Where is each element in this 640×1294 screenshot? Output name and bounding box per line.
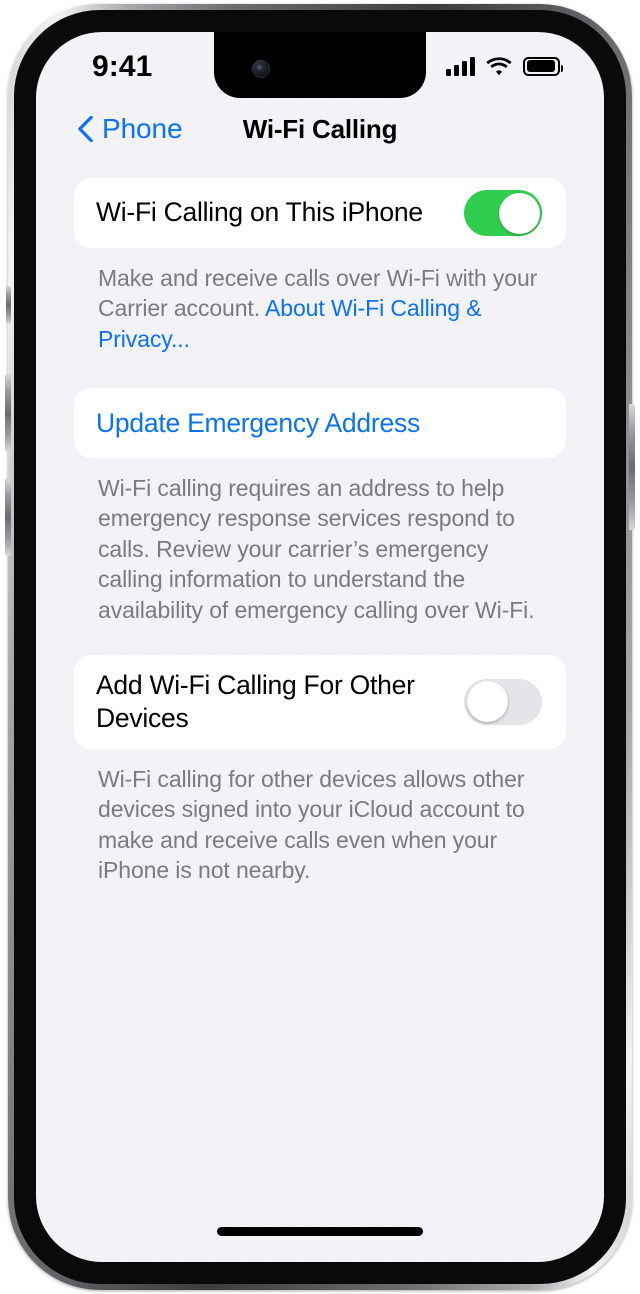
add-other-devices-label: Add Wi-Fi Calling For Other Devices [96, 669, 415, 733]
status-bar-time: 9:41 [92, 50, 153, 83]
other-devices-footnote: Wi-Fi calling for other devices allows o… [98, 765, 525, 883]
iphone-screen: 9:41 Phone Wi-Fi Calling Wi-Fi Calling o… [36, 32, 604, 1262]
cellular-bars-icon [446, 56, 475, 76]
update-emergency-address-row[interactable]: Update Emergency Address [74, 388, 566, 458]
chevron-left-icon [78, 116, 93, 142]
back-button[interactable]: Phone [78, 113, 183, 145]
home-indicator[interactable] [217, 1227, 423, 1236]
emergency-address-card: Update Emergency Address [74, 388, 566, 459]
toggle-knob [498, 192, 540, 234]
front-camera-icon [252, 60, 270, 78]
mute-switch-button[interactable] [6, 286, 11, 324]
status-bar-indicators [446, 56, 563, 76]
wifi-calling-toggle[interactable] [464, 190, 542, 236]
display-notch [214, 32, 426, 98]
side-power-button[interactable] [629, 404, 635, 530]
other-devices-toggle-card: Add Wi-Fi Calling For Other Devices [74, 654, 566, 749]
back-button-label: Phone [102, 113, 183, 144]
toggle-knob [466, 681, 508, 723]
iphone-device-frame: 9:41 Phone Wi-Fi Calling Wi-Fi Calling o… [5, 4, 635, 1290]
update-emergency-address-label: Update Emergency Address [96, 407, 420, 438]
battery-icon [523, 56, 563, 76]
wifi-calling-row[interactable]: Wi-Fi Calling on This iPhone [74, 178, 566, 248]
volume-up-button[interactable] [5, 374, 11, 452]
add-other-devices-row[interactable]: Add Wi-Fi Calling For Other Devices [74, 655, 566, 749]
wifi-calling-row-label: Wi-Fi Calling on This iPhone [96, 197, 423, 228]
navigation-bar: Phone Wi-Fi Calling [36, 98, 604, 160]
screenshot-stage: 9:41 Phone Wi-Fi Calling Wi-Fi Calling o… [0, 0, 640, 1294]
settings-content: Wi-Fi Calling on This iPhone Make and re… [36, 160, 604, 885]
device-bezel: 9:41 Phone Wi-Fi Calling Wi-Fi Calling o… [14, 10, 626, 1284]
wifi-calling-toggle-card: Wi-Fi Calling on This iPhone [74, 178, 566, 248]
add-other-devices-toggle[interactable] [464, 678, 542, 725]
volume-down-button[interactable] [5, 478, 11, 556]
wifi-calling-footnote: Make and receive calls over Wi-Fi with y… [74, 248, 566, 354]
wifi-icon [486, 56, 512, 75]
emergency-address-footnote: Wi-Fi calling requires an address to hel… [98, 475, 535, 623]
